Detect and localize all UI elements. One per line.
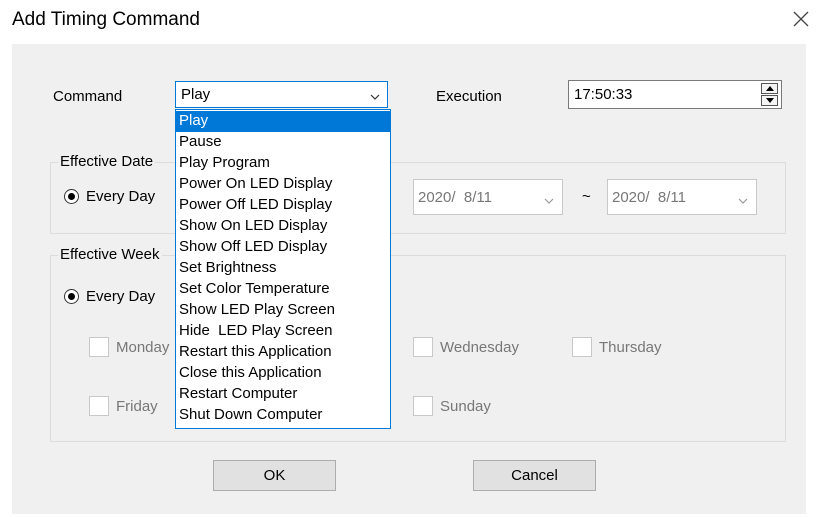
dropdown-option[interactable]: Hide LED Play Screen <box>176 321 390 342</box>
end-date-value: 2020/ 8/11 <box>612 189 686 206</box>
dropdown-option[interactable]: Show Off LED Display <box>176 237 390 258</box>
dropdown-option[interactable]: Restart Computer <box>176 384 390 405</box>
start-date-picker[interactable]: 2020/ 8/11 <box>413 179 563 215</box>
thursday-label: Thursday <box>599 339 662 356</box>
execution-label: Execution <box>436 88 502 105</box>
cancel-button[interactable]: Cancel <box>473 460 596 491</box>
dropdown-option[interactable]: Set Color Temperature <box>176 279 390 300</box>
command-selected-value: Play <box>181 86 211 103</box>
monday-label: Monday <box>116 339 170 356</box>
close-icon[interactable] <box>790 8 812 30</box>
spin-up-button[interactable] <box>761 83 778 94</box>
dropdown-option[interactable]: Show On LED Display <box>176 216 390 237</box>
end-date-picker[interactable]: 2020/ 8/11 <box>607 179 757 215</box>
wednesday-checkbox[interactable] <box>413 337 433 357</box>
effective-week-title: Effective Week <box>58 246 162 263</box>
execution-time-input[interactable]: 17:50:33 <box>568 80 782 109</box>
sunday-checkbox[interactable] <box>413 396 433 416</box>
thursday-checkbox[interactable] <box>572 337 592 357</box>
date-range-separator: ~ <box>582 188 591 205</box>
dropdown-option[interactable]: Power Off LED Display <box>176 195 390 216</box>
ok-button[interactable]: OK <box>213 460 336 491</box>
spin-down-button[interactable] <box>761 95 778 106</box>
sunday-label: Sunday <box>440 398 491 415</box>
command-select[interactable]: Play <box>175 81 388 108</box>
dropdown-option[interactable]: Show LED Play Screen <box>176 300 390 321</box>
execution-time-value: 17:50:33 <box>574 86 633 103</box>
dropdown-option[interactable]: Power On LED Display <box>176 174 390 195</box>
chevron-down-icon <box>370 89 380 107</box>
chevron-down-icon <box>544 193 554 211</box>
chevron-down-icon <box>738 193 748 211</box>
effective-date-every-day-radio[interactable] <box>64 189 79 204</box>
dropdown-option[interactable]: Restart this Application <box>176 342 390 363</box>
effective-week-every-day-radio[interactable] <box>64 289 79 304</box>
effective-date-title: Effective Date <box>58 153 156 170</box>
start-date-value: 2020/ 8/11 <box>418 189 492 206</box>
command-label: Command <box>53 88 123 105</box>
wednesday-label: Wednesday <box>440 339 519 356</box>
dropdown-option[interactable]: Pause <box>176 132 390 153</box>
dropdown-option[interactable]: Play <box>176 111 390 132</box>
dropdown-option[interactable]: Set Brightness <box>176 258 390 279</box>
dropdown-option[interactable]: Play Program <box>176 153 390 174</box>
friday-label: Friday <box>116 398 158 415</box>
effective-date-every-day-label: Every Day <box>86 188 156 205</box>
effective-week-every-day-label: Every Day <box>86 288 156 305</box>
command-dropdown-list: Play Pause Play Program Power On LED Dis… <box>175 109 391 429</box>
friday-checkbox[interactable] <box>89 396 109 416</box>
dropdown-option[interactable]: Shut Down Computer <box>176 405 390 426</box>
monday-checkbox[interactable] <box>89 337 109 357</box>
dropdown-option[interactable]: Close this Application <box>176 363 390 384</box>
dialog-title: Add Timing Command <box>12 9 200 30</box>
